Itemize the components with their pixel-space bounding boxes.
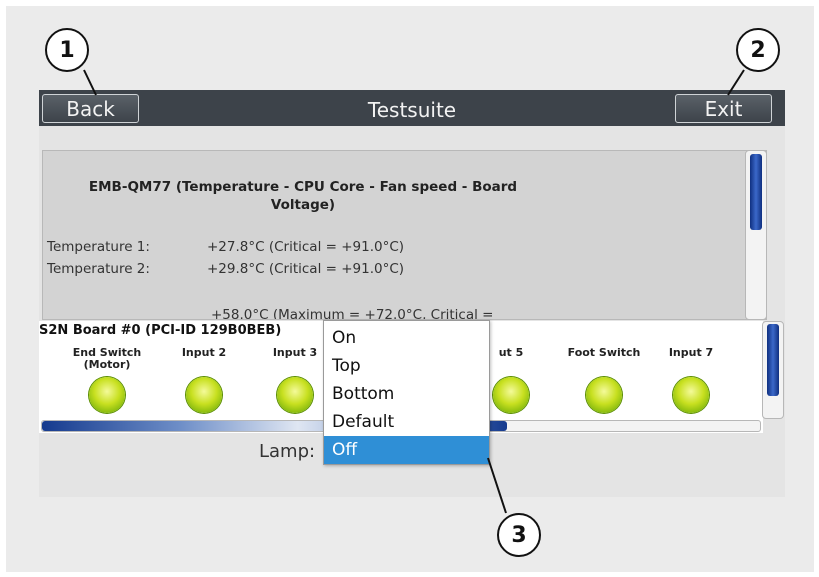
lamp-dropdown-menu[interactable]: On Top Bottom Default Off: [323, 320, 490, 465]
lamp-label: Lamp:: [259, 441, 316, 462]
callout-2: 2: [736, 28, 780, 72]
titlebar: Back Testsuite Exit: [39, 90, 785, 126]
exit-button[interactable]: Exit: [675, 94, 772, 123]
callout-3: 3: [497, 513, 541, 557]
indicator-led-icon: [89, 377, 125, 413]
board-vertical-scrollbar[interactable]: [762, 321, 784, 419]
indicator-label: Input 7: [668, 346, 714, 359]
lamp-option-on[interactable]: On: [324, 324, 489, 352]
window-title: Testsuite: [367, 98, 457, 122]
temperature-row-partial: +58.0°C (Maximum = +72.0°C, Critical =: [211, 307, 494, 320]
temperature-value: +29.8°C (Critical = +91.0°C): [207, 261, 405, 277]
temperature-label: Temperature 1:: [47, 239, 150, 255]
lamp-option-bottom[interactable]: Bottom: [324, 380, 489, 408]
indicator-led-icon: [493, 377, 529, 413]
panel-heading: EMB-QM77 (Temperature - CPU Core - Fan s…: [88, 179, 518, 213]
scrollbar-thumb[interactable]: [767, 324, 779, 396]
indicator-label: Input 2: [181, 346, 227, 359]
indicator-label: End Switch (Motor): [72, 346, 142, 371]
sensor-text-panel: EMB-QM77 (Temperature - CPU Core - Fan s…: [42, 150, 767, 320]
board-title: S2N Board #0 (PCI-ID 129B0BEB): [39, 323, 282, 338]
back-button[interactable]: Back: [42, 94, 139, 123]
indicator-label: Foot Switch: [567, 346, 641, 359]
indicator-led-icon: [186, 377, 222, 413]
temperature-value: +27.8°C (Critical = +91.0°C): [207, 239, 405, 255]
indicator-led-icon: [586, 377, 622, 413]
lamp-option-default[interactable]: Default: [324, 408, 489, 436]
temperature-label: Temperature 2:: [47, 261, 150, 277]
indicator-led-icon: [277, 377, 313, 413]
lamp-option-off[interactable]: Off: [324, 436, 489, 464]
indicator-end-switch: End Switch (Motor): [67, 347, 147, 413]
indicator-input-2: Input 2: [164, 347, 244, 413]
indicator-input-7: Input 7: [651, 347, 731, 413]
indicator-foot-switch: Foot Switch: [564, 347, 644, 413]
callout-1: 1: [45, 28, 89, 72]
text-panel-scrollbar[interactable]: [745, 150, 767, 320]
indicator-led-icon: [673, 377, 709, 413]
lamp-option-top[interactable]: Top: [324, 352, 489, 380]
scrollbar-thumb[interactable]: [750, 154, 762, 230]
